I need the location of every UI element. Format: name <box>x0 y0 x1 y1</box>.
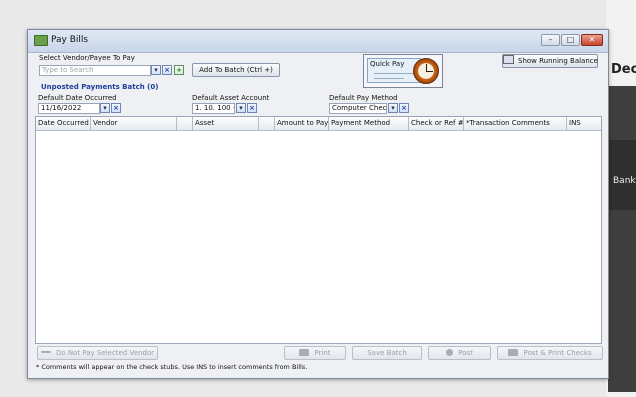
pay-bills-window: Pay Bills – □ ✕ Select Vendor/Payee To P… <box>27 29 609 379</box>
minimize-button[interactable]: – <box>541 34 560 46</box>
column-asset[interactable]: Asset <box>193 117 259 130</box>
do-not-pay-button[interactable]: Do Not Pay Selected Vendor <box>37 346 158 360</box>
asset-clear-button[interactable]: × <box>247 103 257 113</box>
money-icon <box>34 35 48 46</box>
column-payment-method[interactable]: Payment Method <box>329 117 409 130</box>
date-clear-button[interactable]: × <box>111 103 121 113</box>
payments-grid[interactable]: Date Occurred Vendor Asset Amount to Pay… <box>35 116 602 344</box>
vendor-dropdown-button[interactable]: ▾ <box>151 65 161 75</box>
vendor-clear-button[interactable]: × <box>162 65 172 75</box>
column-vendor-extra[interactable] <box>177 117 193 130</box>
post-icon <box>446 349 454 356</box>
add-to-batch-button[interactable]: Add To Batch (Ctrl +) <box>192 63 280 77</box>
post-print-label: Post & Print Checks <box>523 349 592 357</box>
column-date-occurred[interactable]: Date Occurred <box>36 117 91 130</box>
stopwatch-icon <box>413 58 439 84</box>
background-heading: Dec <box>611 62 636 77</box>
background-app-dark-panel <box>608 86 636 392</box>
post-label: Post <box>458 349 473 357</box>
background-app-dark-band <box>608 140 636 210</box>
default-asset-field[interactable]: 1. 10. 100 - H <box>192 103 235 114</box>
vendor-search-input[interactable]: Type to Search <box>39 65 151 76</box>
show-running-balance-label: Show Running Balance <box>518 57 598 65</box>
do-not-pay-label: Do Not Pay Selected Vendor <box>55 349 155 357</box>
save-batch-button[interactable]: Save Batch <box>352 346 422 360</box>
quick-pay-button[interactable]: Quick Pay <box>363 54 443 88</box>
minus-icon <box>40 351 51 353</box>
maximize-button[interactable]: □ <box>561 34 580 46</box>
asset-dropdown-button[interactable]: ▾ <box>236 103 246 113</box>
column-transaction-comments[interactable]: *Transaction Comments <box>464 117 567 130</box>
default-date-label: Default Date Occurred <box>38 94 117 102</box>
print-button[interactable]: Print <box>284 346 346 360</box>
column-amount-to-pay[interactable]: Amount to Pay <box>275 117 329 130</box>
post-print-checks-button[interactable]: Post & Print Checks <box>497 346 603 360</box>
vendor-label: Select Vendor/Payee To Pay <box>39 54 135 62</box>
column-ins[interactable]: INS <box>567 117 603 130</box>
close-button[interactable]: ✕ <box>581 34 603 46</box>
grid-header: Date Occurred Vendor Asset Amount to Pay… <box>36 117 601 131</box>
default-method-label: Default Pay Method <box>329 94 398 102</box>
batch-title: Unposted Payments Batch (0) <box>41 83 159 91</box>
background-side-label: Bank <box>613 176 636 186</box>
check-print-icon <box>508 349 519 356</box>
quick-pay-label: Quick Pay <box>370 60 405 68</box>
default-method-field[interactable]: Computer Check <box>329 103 387 114</box>
check-line <box>374 73 414 74</box>
date-dropdown-button[interactable]: ▾ <box>100 103 110 113</box>
footer-note: * Comments will appear on the check stub… <box>36 363 308 371</box>
stopwatch-hand <box>426 71 433 72</box>
show-running-balance-button[interactable]: Show Running Balance <box>502 54 598 68</box>
column-check-ref[interactable]: Check or Ref # <box>409 117 464 130</box>
window-title: Pay Bills <box>51 35 89 45</box>
print-label: Print <box>314 349 331 357</box>
default-asset-label: Default Asset Account <box>192 94 270 102</box>
method-clear-button[interactable]: × <box>399 103 409 113</box>
vendor-add-button[interactable]: + <box>174 65 184 75</box>
title-bar[interactable]: Pay Bills – □ ✕ <box>28 30 608 53</box>
printer-icon <box>299 349 310 356</box>
method-dropdown-button[interactable]: ▾ <box>388 103 398 113</box>
check-line <box>374 78 404 79</box>
column-asset-extra[interactable] <box>259 117 275 130</box>
balance-icon <box>503 55 514 64</box>
post-button[interactable]: Post <box>428 346 491 360</box>
column-vendor[interactable]: Vendor <box>91 117 177 130</box>
default-date-field[interactable]: 11/16/2022 <box>38 103 100 114</box>
